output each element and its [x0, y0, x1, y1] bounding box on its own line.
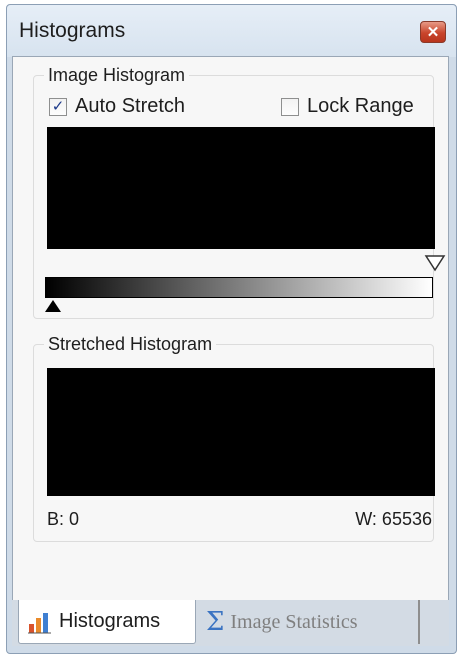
white-point-value: W: 65536	[355, 509, 432, 529]
white-point-marker[interactable]	[424, 254, 446, 272]
lock-range-checkbox[interactable]	[281, 97, 299, 116]
image-histogram-legend: Image Histogram	[44, 65, 190, 86]
stretch-gradient-bar	[45, 277, 433, 298]
black-point-marker[interactable]	[43, 298, 63, 314]
panel-tab-strip: Histograms Σ Image Statistics	[12, 600, 449, 646]
tab-histograms-label: Histograms	[59, 610, 161, 632]
stretched-histogram-legend: Stretched Histogram	[44, 334, 217, 355]
auto-stretch-checkbox-row[interactable]: ✓ Auto Stretch	[49, 95, 185, 118]
close-icon: ✕	[426, 24, 440, 41]
title-bar[interactable]: Histograms ✕	[7, 5, 456, 57]
window-title: Histograms	[19, 19, 126, 42]
lock-range-checkbox-row[interactable]: Lock Range	[281, 95, 414, 118]
sigma-icon: Σ	[206, 607, 225, 637]
close-button[interactable]: ✕	[420, 21, 446, 43]
black-point-value: B: 0	[47, 509, 80, 529]
tab-image-statistics[interactable]: Σ Image Statistics	[200, 600, 420, 644]
tab-histograms[interactable]: Histograms	[18, 600, 196, 644]
lock-range-label: Lock Range	[307, 95, 414, 117]
image-histogram-display	[47, 127, 435, 249]
auto-stretch-checkbox[interactable]: ✓	[49, 97, 67, 116]
auto-stretch-label: Auto Stretch	[75, 95, 186, 117]
histograms-panel: Image Histogram ✓ Auto Stretch Lock Rang…	[12, 56, 449, 601]
bar-chart-icon	[28, 612, 51, 633]
stretched-histogram-display	[47, 368, 435, 496]
tab-image-statistics-label: Image Statistics	[230, 610, 358, 633]
